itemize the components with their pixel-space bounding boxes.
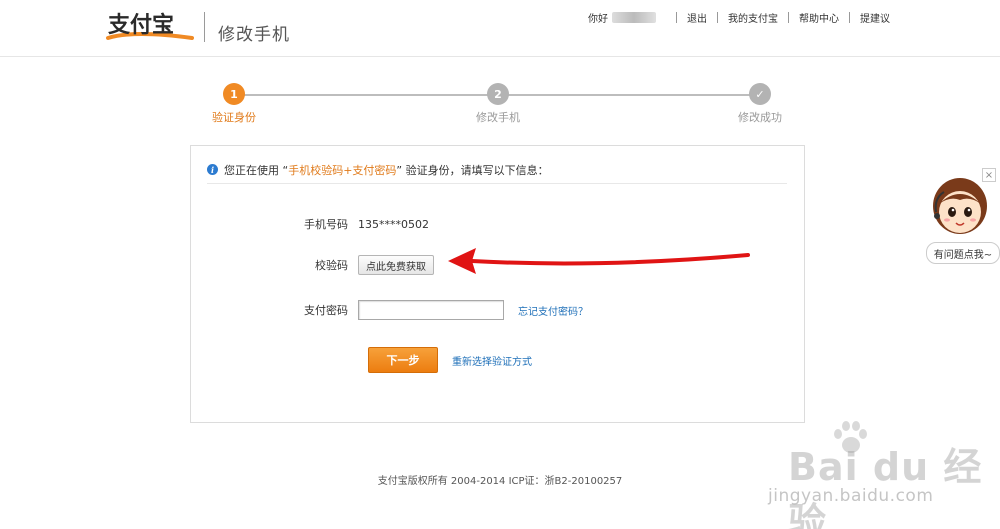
my-alipay-link[interactable]: 我的支付宝 — [728, 10, 778, 25]
step-connector — [244, 94, 488, 96]
logout-link[interactable]: 退出 — [687, 10, 707, 25]
password-input[interactable] — [358, 300, 504, 320]
logo-divider — [204, 12, 205, 42]
reselect-method-link[interactable]: 重新选择验证方式 — [452, 353, 532, 368]
alipay-logo[interactable]: 支付宝 — [104, 8, 196, 44]
assistant-avatar[interactable] — [930, 176, 990, 238]
verify-form: i 您正在使用 “手机校验码+支付密码” 验证身份，请填写以下信息： 手机号码 … — [190, 145, 805, 423]
step-label: 修改成功 — [738, 111, 782, 124]
help-bubble[interactable]: 有问题点我~ — [926, 242, 1000, 264]
phone-row: 手机号码 135****0502 — [191, 212, 806, 236]
top-nav: 你好 退出 我的支付宝 帮助中心 提建议 — [588, 10, 890, 25]
logo-text: 支付宝 — [108, 12, 174, 38]
notice-prefix: 您正在使用 “ — [224, 164, 289, 177]
watermark-url: jingyan.baidu.com — [768, 486, 934, 506]
masked-username — [612, 12, 656, 23]
greeting: 你好 — [588, 14, 608, 25]
step-change-phone: 2 修改手机 — [458, 83, 538, 125]
action-row: 下一步 重新选择验证方式 — [191, 347, 806, 373]
watermark-brand: Bai du 经验 — [788, 445, 983, 529]
progress-steps: 1 验证身份 2 修改手机 ✓ 修改成功 — [200, 83, 800, 125]
check-icon: ✓ — [749, 83, 771, 105]
help-assistant: × 有问题点我~ — [922, 168, 1000, 268]
password-label: 支付密码 — [304, 304, 348, 317]
notice-highlight: 手机校验码+支付密码 — [288, 164, 397, 177]
step-number: 2 — [487, 83, 509, 105]
red-arrow-annotation — [448, 248, 750, 274]
get-code-button[interactable]: 点此免费获取 — [358, 255, 434, 275]
forgot-password-link[interactable]: 忘记支付密码？ — [518, 303, 588, 318]
feedback-link[interactable]: 提建议 — [860, 10, 890, 25]
password-row: 支付密码 忘记支付密码？ — [191, 298, 806, 322]
help-center-link[interactable]: 帮助中心 — [799, 10, 839, 25]
step-connector — [508, 94, 750, 96]
step-success: ✓ 修改成功 — [720, 83, 800, 125]
step-label: 验证身份 — [212, 111, 256, 124]
verify-notice: i 您正在使用 “手机校验码+支付密码” 验证身份，请填写以下信息： — [207, 162, 787, 184]
phone-value: 135****0502 — [358, 217, 429, 231]
next-step-button[interactable]: 下一步 — [368, 347, 438, 373]
info-icon: i — [207, 164, 218, 175]
page-header: 支付宝 修改手机 你好 退出 我的支付宝 帮助中心 提建议 — [0, 0, 1000, 57]
baidu-watermark: Bai du 经验 jingyan.baidu.com — [760, 420, 1000, 529]
step-verify-identity: 1 验证身份 — [194, 83, 274, 125]
step-label: 修改手机 — [476, 111, 520, 124]
page-title: 修改手机 — [218, 25, 290, 45]
step-number: 1 — [223, 83, 245, 105]
code-label: 校验码 — [315, 259, 348, 272]
notice-suffix: ” 验证身份，请填写以下信息： — [396, 164, 549, 177]
phone-label: 手机号码 — [304, 218, 348, 231]
